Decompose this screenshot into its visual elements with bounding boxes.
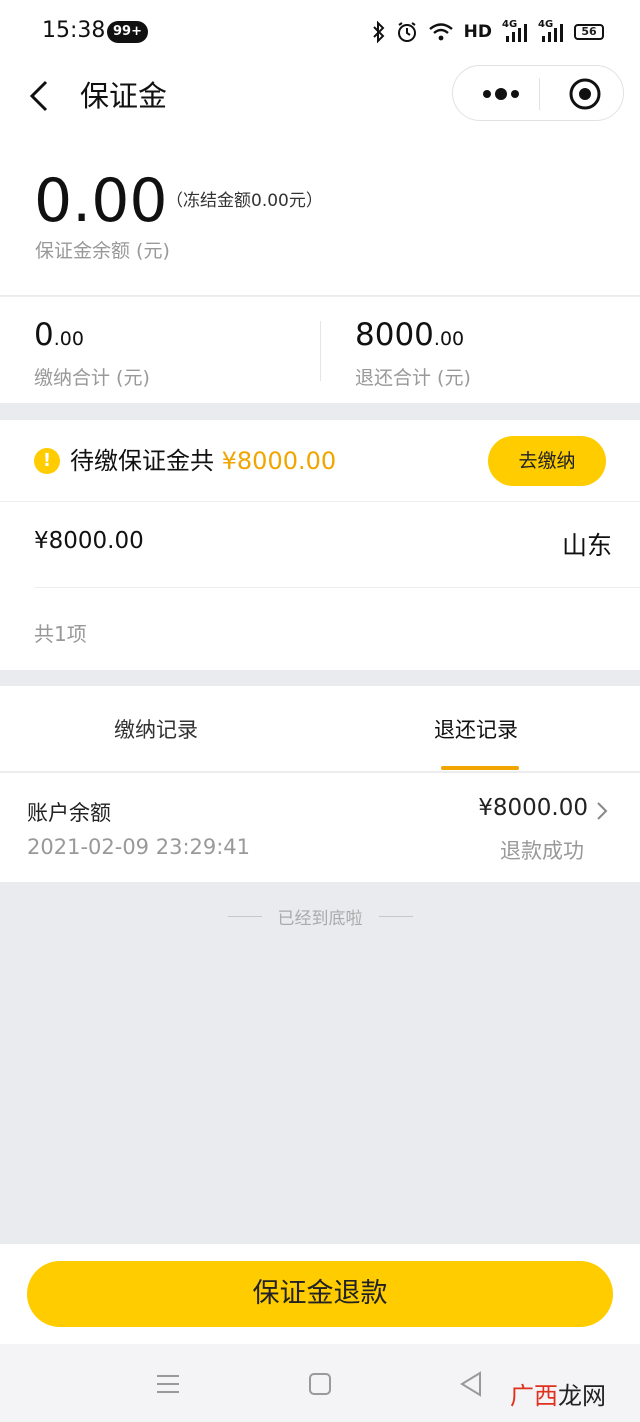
record-datetime: 2021-02-09 23:29:41 <box>27 835 251 859</box>
paid-dec: .00 <box>53 328 84 350</box>
pending-item[interactable]: ¥8000.00 山东 <box>34 502 640 588</box>
records-tabs: 缴纳记录 退还记录 <box>0 686 640 772</box>
wifi-icon <box>428 20 454 44</box>
refunded-int: 8000 <box>355 317 434 353</box>
menu-nav-button[interactable] <box>148 1364 188 1404</box>
more-button[interactable] <box>465 66 535 122</box>
pending-header: ! 待缴保证金共 ¥8000.00 去缴纳 <box>0 420 640 502</box>
paid-int: 0 <box>34 317 54 353</box>
menu-icon <box>157 1375 179 1393</box>
pending-item-region: 山东 <box>561 531 612 560</box>
battery-icon: 56 <box>574 24 604 40</box>
signal-icon: 4G <box>502 20 528 44</box>
frozen-amount: （冻结金额0.00元） <box>166 191 323 211</box>
refunded-dec: .00 <box>433 328 465 350</box>
pending-item-amount: ¥8000.00 <box>34 528 144 554</box>
page: 15:38 99+ HD 4G 4G 56 保证金 0.00 （冻结金额0.00… <box>0 0 640 1422</box>
record-row[interactable]: 账户余额 2021-02-09 23:29:41 ¥8000.00 退款成功 <box>0 773 640 882</box>
more-dots-icon <box>483 88 519 100</box>
status-bar: 15:38 99+ HD 4G 4G 56 <box>0 0 640 64</box>
active-tab-indicator <box>441 766 519 770</box>
bottom-bar: 保证金退款 <box>0 1244 640 1344</box>
paid-total: 0.00 缴纳合计 (元) <box>34 315 150 390</box>
warning-icon: ! <box>34 448 60 474</box>
refunded-total-value: 8000.00 <box>355 315 471 359</box>
hd-label: HD <box>463 22 492 42</box>
end-dash-right <box>378 916 413 917</box>
paid-total-label: 缴纳合计 (元) <box>34 367 150 389</box>
back-nav-button[interactable] <box>452 1364 492 1404</box>
pending-section: ! 待缴保证金共 ¥8000.00 去缴纳 ¥8000.00 山东 共1项 <box>0 420 640 670</box>
notification-badge: 99+ <box>107 21 148 43</box>
back-button[interactable] <box>24 76 56 116</box>
nav-bar: 保证金 <box>0 64 640 128</box>
signal-label: 4G <box>502 19 518 30</box>
watermark: 广西龙网 <box>510 1376 606 1411</box>
close-miniprogram-button[interactable] <box>557 66 613 122</box>
tab-payment-records[interactable]: 缴纳记录 <box>114 714 198 744</box>
pending-summary: 待缴保证金共 ¥8000.00 <box>70 442 336 480</box>
home-square-icon <box>309 1373 331 1395</box>
pending-count: 共1项 <box>34 622 87 646</box>
signal-icon-2: 4G <box>538 20 564 44</box>
signal-label-2: 4G <box>538 19 554 30</box>
chevron-left-icon <box>29 80 48 112</box>
record-amount: ¥8000.00 <box>478 795 588 821</box>
chevron-right-icon <box>594 799 610 823</box>
totals-divider <box>320 321 321 381</box>
home-nav-button[interactable] <box>300 1364 340 1404</box>
status-icons: HD 4G 4G 56 <box>372 20 604 44</box>
alarm-icon <box>396 20 418 44</box>
pending-amount: ¥8000.00 <box>221 447 337 475</box>
balance-amount: 0.00 <box>34 166 168 236</box>
capsule-divider <box>539 78 540 110</box>
end-of-list: 已经到底啦 <box>0 904 640 929</box>
miniprogram-capsule <box>452 65 624 121</box>
target-icon <box>569 78 601 110</box>
balance-label: 保证金余额 (元) <box>35 240 170 262</box>
tab-refund-records[interactable]: 退还记录 <box>434 714 518 744</box>
refunded-total-label: 退还合计 (元) <box>355 367 471 389</box>
totals-section: 0.00 缴纳合计 (元) 8000.00 退还合计 (元) <box>0 296 640 403</box>
balance-section: 0.00 （冻结金额0.00元） 保证金余额 (元) <box>0 128 640 295</box>
watermark-accent: 广西 <box>510 1382 558 1410</box>
record-title: 账户余额 <box>27 801 111 825</box>
end-text: 已经到底啦 <box>277 909 363 929</box>
refunded-total: 8000.00 退还合计 (元) <box>355 315 471 390</box>
record-status: 退款成功 <box>500 839 584 863</box>
watermark-rest: 龙网 <box>558 1382 606 1410</box>
pay-button[interactable]: 去缴纳 <box>488 436 606 486</box>
bluetooth-icon <box>372 20 386 44</box>
page-title: 保证金 <box>80 79 168 113</box>
refund-button[interactable]: 保证金退款 <box>27 1261 613 1327</box>
back-triangle-icon <box>460 1371 481 1397</box>
paid-total-value: 0.00 <box>34 315 150 359</box>
end-dash-left <box>227 916 262 917</box>
pending-label: 待缴保证金共 <box>70 447 214 475</box>
status-time: 15:38 <box>42 18 106 43</box>
